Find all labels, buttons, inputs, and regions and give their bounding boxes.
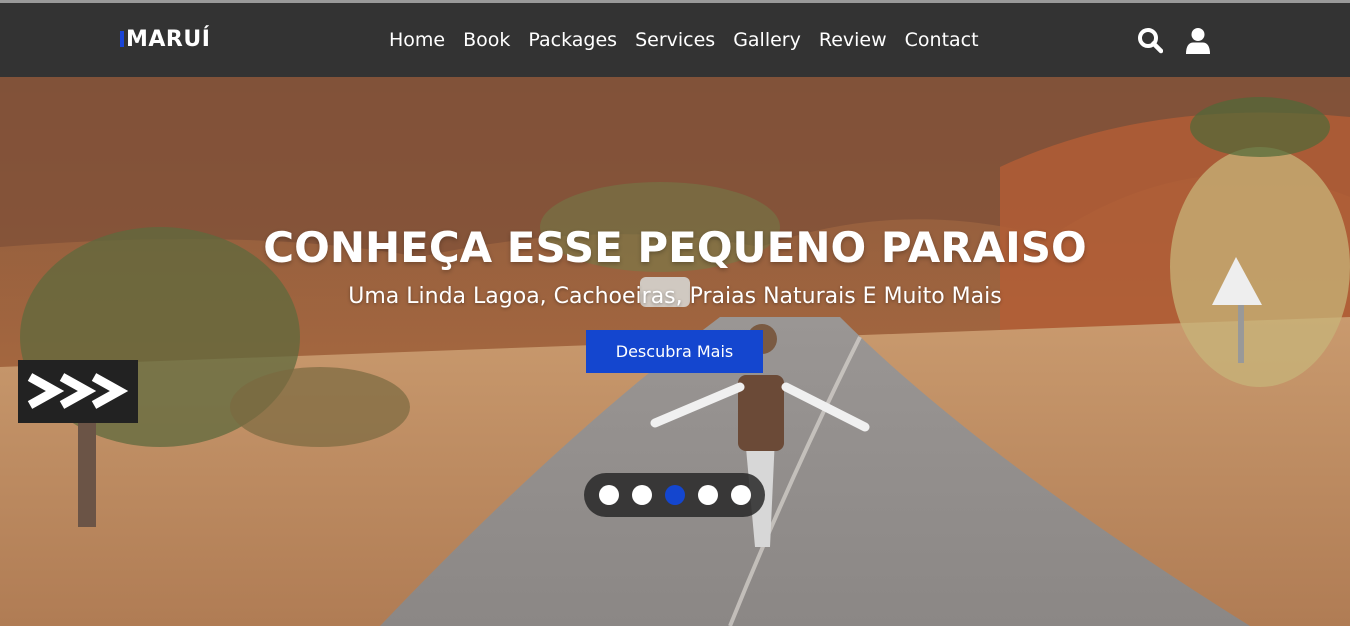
slider-dot-4[interactable] (697, 485, 718, 505)
navbar: MARUÍ Home Book Packages Services Galler… (0, 3, 1350, 77)
hero-subtitle: Uma Linda Lagoa, Cachoeiras, Praias Natu… (348, 284, 1002, 309)
nav-link-contact[interactable]: Contact (905, 29, 979, 51)
nav-link-book[interactable]: Book (463, 29, 510, 51)
header-icons (1137, 27, 1211, 55)
brand-name: MARUÍ (126, 27, 211, 52)
main-nav: Home Book Packages Services Gallery Revi… (389, 29, 997, 51)
nav-link-packages[interactable]: Packages (528, 29, 617, 51)
slider-dot-5[interactable] (730, 485, 751, 505)
logo-accent-bar (120, 31, 124, 47)
search-icon[interactable] (1137, 27, 1163, 55)
nav-link-home[interactable]: Home (389, 29, 445, 51)
user-icon[interactable] (1185, 27, 1211, 55)
slider-dot-2[interactable] (631, 485, 652, 505)
brand-logo[interactable]: MARUÍ (120, 27, 210, 52)
nav-link-gallery[interactable]: Gallery (733, 29, 801, 51)
hero-title: CONHEÇA ESSE PEQUENO PARAISO (263, 223, 1087, 272)
discover-more-button[interactable]: Descubra Mais (586, 330, 763, 373)
hero-section: CONHEÇA ESSE PEQUENO PARAISO Uma Linda L… (0, 77, 1350, 626)
slider-dot-3-active[interactable] (664, 485, 685, 505)
nav-link-review[interactable]: Review (819, 29, 887, 51)
slider-pagination (584, 473, 765, 517)
nav-link-services[interactable]: Services (635, 29, 715, 51)
slider-dot-1[interactable] (598, 485, 619, 505)
